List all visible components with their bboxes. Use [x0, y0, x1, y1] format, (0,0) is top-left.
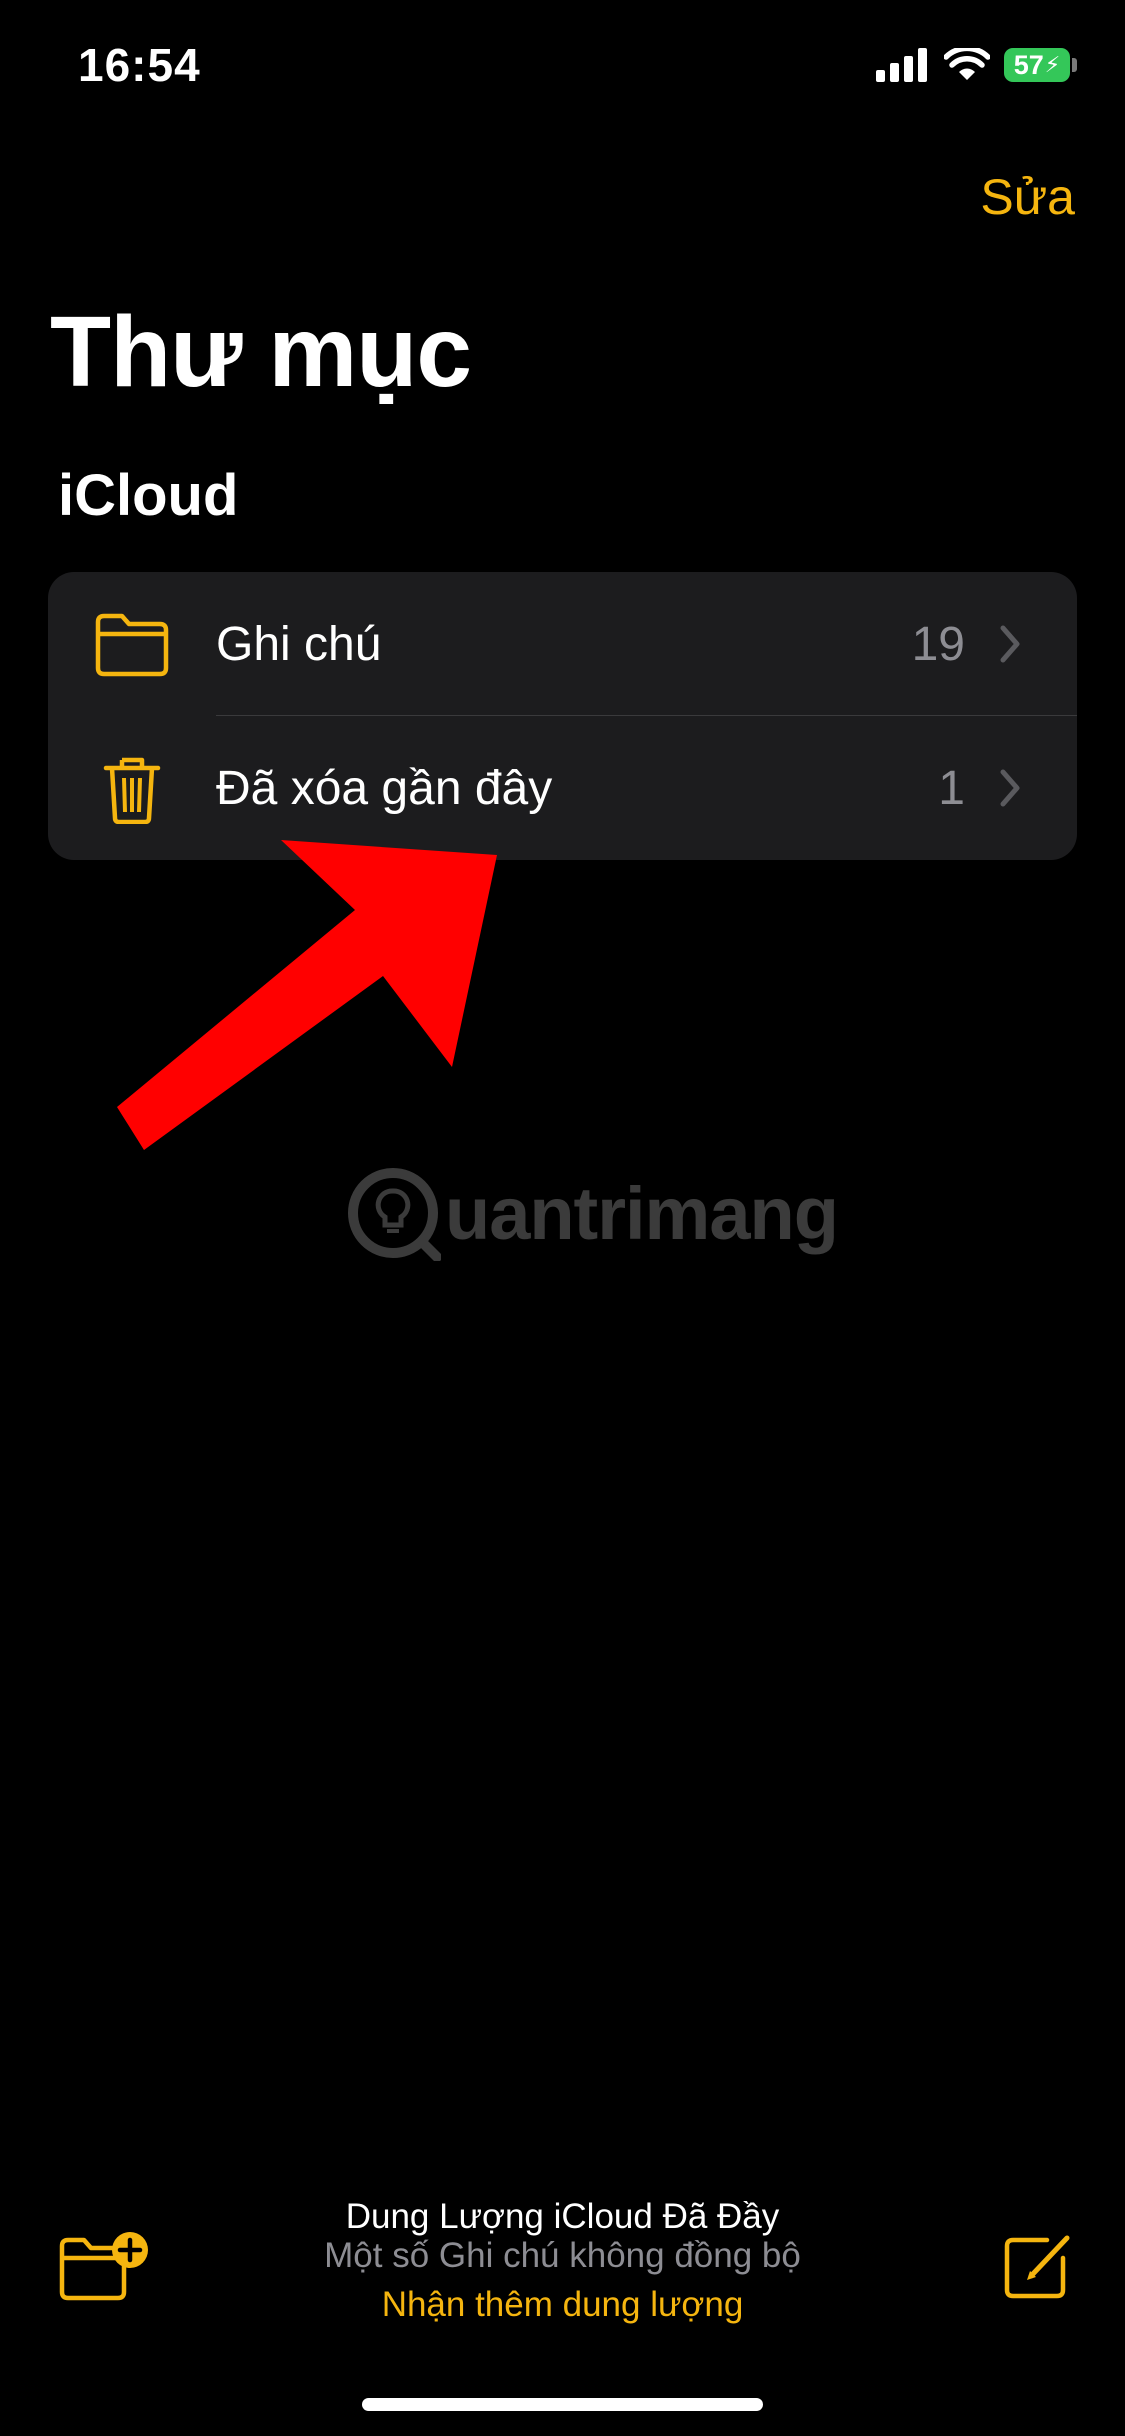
compose-icon[interactable]	[1001, 2230, 1073, 2302]
get-more-storage-link[interactable]: Nhận thêm dung lượng	[0, 2285, 1125, 2325]
home-indicator[interactable]	[362, 2398, 763, 2411]
lightbulb-logo-icon	[348, 1168, 441, 1261]
annotation-arrow	[117, 840, 497, 1150]
storage-full-title[interactable]: Dung Lượng iCloud Đã Đầy	[0, 2197, 1125, 2237]
watermark-text: uantrimang	[445, 1171, 839, 1255]
watermark: uantrimang	[345, 1165, 839, 1261]
storage-sync-subtitle[interactable]: Một số Ghi chú không đồng bộ	[0, 2236, 1125, 2276]
